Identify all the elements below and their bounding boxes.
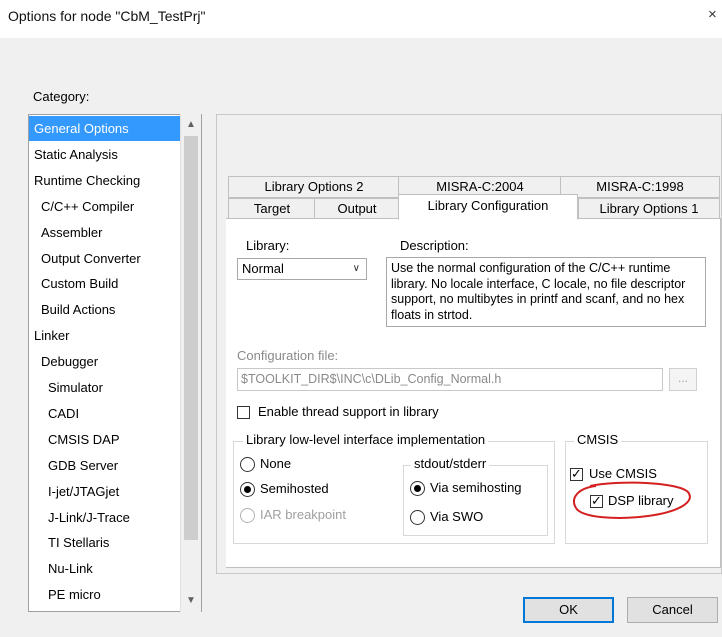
scroll-up-icon[interactable]: ▲ [181, 116, 201, 134]
category-item[interactable]: General Options [29, 116, 186, 141]
category-item[interactable]: Simulator [29, 375, 200, 400]
description-text: Use the normal configuration of the C/C+… [386, 257, 706, 327]
tab-library-options-1[interactable]: Library Options 1 [578, 198, 720, 220]
category-scrollbar[interactable]: ▲ ▼ [180, 114, 201, 612]
category-item[interactable]: Build Actions [29, 297, 193, 322]
category-item[interactable]: J-Link/J-Trace [29, 505, 200, 530]
category-item[interactable]: C/C++ Compiler [29, 194, 193, 219]
scroll-thumb[interactable] [184, 136, 198, 540]
library-label: Library: [246, 238, 290, 253]
category-item[interactable]: CMSIS DAP [29, 427, 200, 452]
category-item[interactable]: Linker [29, 323, 186, 348]
chevron-down-icon: ∨ [352, 263, 360, 274]
cancel-button[interactable]: Cancel [627, 597, 718, 623]
category-item[interactable]: Runtime Checking [29, 168, 186, 193]
tab-misra-c-1998[interactable]: MISRA-C:1998 [560, 176, 720, 198]
configuration-file-field: $TOOLKIT_DIR$\INC\c\DLib_Config_Normal.h [237, 368, 663, 391]
cmsis-title: CMSIS [574, 432, 622, 447]
thread-support-label[interactable]: Enable thread support in library [258, 404, 439, 419]
library-select[interactable]: Normal ∨ [237, 258, 367, 280]
radio-iar-breakpoint-label: IAR breakpoint [260, 507, 346, 522]
category-list[interactable]: General Options Static Analysis Runtime Ch… [28, 114, 202, 612]
radio-semihosted-label[interactable]: Semihosted [260, 481, 329, 496]
library-select-value: Normal [242, 261, 284, 276]
tab-target[interactable]: Target [228, 198, 316, 220]
configuration-file-browse-button: ... [669, 368, 697, 391]
category-item[interactable]: PE micro [29, 582, 200, 607]
radio-semihosted[interactable] [240, 482, 255, 497]
category-item[interactable]: Nu-Link [29, 556, 200, 581]
window-title: Options for node "CbM_TestPrj" [8, 8, 206, 24]
radio-via-semihosting[interactable] [410, 481, 425, 496]
radio-iar-breakpoint [240, 508, 255, 523]
red-annotation-circle [573, 481, 691, 519]
tab-library-configuration[interactable]: Library Configuration [398, 194, 578, 220]
stdout-stderr-title: stdout/stderr [411, 456, 490, 471]
category-item[interactable]: Output Converter [29, 246, 193, 271]
low-level-interface-title: Library low-level interface implementati… [243, 432, 489, 447]
ok-button[interactable]: OK [523, 597, 614, 623]
category-item[interactable]: Debugger [29, 349, 193, 374]
configuration-file-label: Configuration file: [237, 348, 339, 363]
close-icon[interactable]: × [708, 6, 717, 23]
stdout-stderr-group [403, 465, 548, 536]
scroll-down-icon[interactable]: ▼ [181, 592, 201, 610]
radio-via-swo-label[interactable]: Via SWO [430, 509, 483, 524]
radio-none[interactable] [240, 457, 255, 472]
category-item[interactable]: I-jet/JTAGjet [29, 479, 200, 504]
category-item[interactable]: Static Analysis [29, 142, 186, 167]
radio-via-swo[interactable] [410, 510, 425, 525]
radio-via-semihosting-label[interactable]: Via semihosting [430, 480, 522, 495]
radio-none-label[interactable]: None [260, 456, 291, 471]
category-label: Category: [33, 89, 90, 104]
tab-output[interactable]: Output [314, 198, 400, 220]
category-item[interactable]: TI Stellaris [29, 530, 200, 555]
category-item[interactable]: Custom Build [29, 271, 193, 296]
category-item[interactable]: GDB Server [29, 453, 200, 478]
tab-library-options-2[interactable]: Library Options 2 [228, 176, 400, 198]
thread-support-checkbox[interactable] [237, 406, 250, 419]
category-item[interactable]: Assembler [29, 220, 193, 245]
category-item[interactable]: CADI [29, 401, 200, 426]
description-label: Description: [400, 238, 469, 253]
